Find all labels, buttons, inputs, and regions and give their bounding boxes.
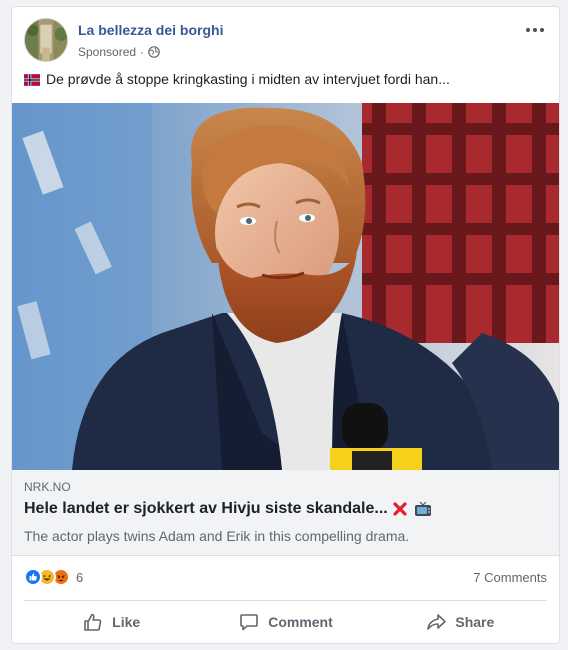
cross-mark-icon <box>392 501 410 517</box>
comment-bubble-icon <box>240 614 259 631</box>
post-card: La bellezza dei borghi Sponsored · De pr… <box>11 6 560 644</box>
link-domain: NRK.NO <box>24 480 71 494</box>
globe-icon[interactable] <box>148 46 160 58</box>
post-meta: Sponsored · <box>78 45 160 59</box>
post-header: La bellezza dei borghi Sponsored · <box>24 18 547 62</box>
share-arrow-icon <box>427 614 447 630</box>
share-button[interactable]: Share <box>373 605 547 639</box>
comment-button[interactable]: Comment <box>198 605 372 639</box>
actions-divider <box>24 600 547 601</box>
link-headline-text: Hele landet er sjokkert av Hivju siste s… <box>24 500 388 517</box>
more-options-icon[interactable] <box>523 22 547 38</box>
comment-label: Comment <box>268 614 333 630</box>
post-image[interactable] <box>12 103 559 470</box>
comments-count-link[interactable]: 7 Comments <box>473 570 547 585</box>
page-name-link[interactable]: La bellezza dei borghi <box>78 22 223 38</box>
post-message: De prøvde å stoppe kringkasting i midten… <box>46 71 450 87</box>
like-button[interactable]: Like <box>24 605 198 639</box>
link-headline[interactable]: Hele landet er sjokkert av Hivju siste s… <box>24 500 432 518</box>
like-label: Like <box>112 614 141 630</box>
link-description: The actor plays twins Adam and Erik in t… <box>24 528 410 544</box>
meta-separator: · <box>140 45 145 59</box>
action-bar: Like Comment Share <box>24 605 547 639</box>
reactions-summary[interactable]: 6 <box>24 568 83 586</box>
page-avatar[interactable] <box>24 18 68 62</box>
reactions-count: 6 <box>76 569 84 585</box>
post-text: De prøvde å stoppe kringkasting i midten… <box>24 71 547 87</box>
television-icon <box>414 501 432 517</box>
norway-flag-icon <box>24 73 40 86</box>
sponsored-label[interactable]: Sponsored <box>78 45 136 59</box>
share-label: Share <box>455 614 495 630</box>
link-preview[interactable]: NRK.NO Hele landet er sjokkert av Hivju … <box>12 470 559 556</box>
like-icon <box>24 568 42 586</box>
thumbs-up-icon <box>84 613 102 631</box>
